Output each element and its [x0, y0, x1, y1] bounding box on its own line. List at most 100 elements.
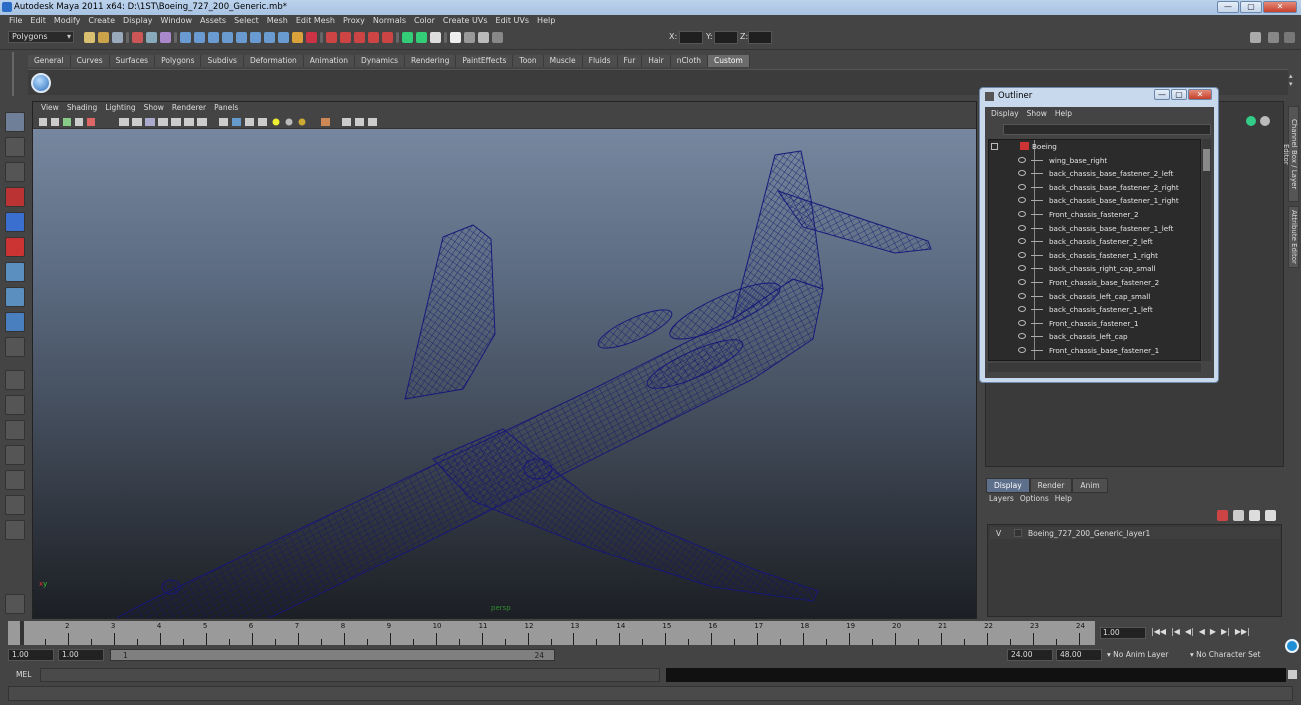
paint-select-tool-icon[interactable]	[5, 162, 25, 182]
shelf-tab-polygons[interactable]: Polygons	[155, 55, 202, 67]
panel-toolbar-icons[interactable]	[33, 115, 393, 129]
shelf-tab-fur[interactable]: Fur	[617, 55, 643, 67]
menu-display[interactable]: Display	[119, 15, 157, 28]
outliner-menu-display[interactable]: Display	[987, 107, 1023, 121]
anim-layer-dropdown[interactable]: ▾ No Anim Layer	[1107, 649, 1187, 661]
layout-options-icon[interactable]	[5, 520, 25, 540]
select-by-name-icon[interactable]	[430, 32, 441, 43]
shelf-tab-fluids[interactable]: Fluids	[582, 55, 618, 67]
maximize-button[interactable]: ▢	[1240, 1, 1262, 13]
render-frame-icon[interactable]	[326, 32, 337, 43]
layer-menu-layers[interactable]: Layers	[989, 494, 1014, 503]
play-backwards-button[interactable]: ◀	[1199, 627, 1205, 636]
soft-mod-tool-icon[interactable]	[5, 287, 25, 307]
shelf-scroll-icon[interactable]: ▴ ▾	[1289, 72, 1293, 88]
hypershade-icon[interactable]	[368, 32, 379, 43]
shelf-tab-toon[interactable]: Toon	[513, 55, 544, 67]
outliner-item[interactable]: back_chassis_right_cap_small	[989, 262, 1200, 276]
shelf-tab-subdivs[interactable]: Subdivs	[201, 55, 244, 67]
attribute-editor-tab[interactable]: Attribute Editor	[1288, 206, 1299, 268]
current-time-marker[interactable]	[20, 621, 24, 645]
menu-help[interactable]: Help	[533, 15, 559, 28]
snap-grid-icon[interactable]	[180, 32, 191, 43]
hypershade-layout-icon[interactable]	[5, 470, 25, 490]
outliner-item[interactable]: wing_base_right	[989, 154, 1200, 168]
start-time-field[interactable]: 1.00	[8, 649, 54, 661]
attribute-icon[interactable]	[464, 32, 475, 43]
step-back-frame-button[interactable]: ◀|	[1185, 627, 1194, 636]
outliner-root-row[interactable]: Boeing	[989, 140, 1200, 154]
shelf-tab-muscle[interactable]: Muscle	[543, 55, 583, 67]
outliner-item[interactable]: back_chassis_base_fastener_2_left	[989, 167, 1200, 181]
panel-menu-lighting[interactable]: Lighting	[101, 102, 139, 115]
layer-menu-options[interactable]: Options	[1020, 494, 1049, 503]
tab-render[interactable]: Render	[1029, 478, 1073, 493]
layer-menu-help[interactable]: Help	[1055, 494, 1072, 503]
character-set-dropdown[interactable]: ▾ No Character Set	[1190, 649, 1280, 661]
outliner-item[interactable]: back_chassis_base_fastener_2_right	[989, 181, 1200, 195]
minimize-button[interactable]: —	[1217, 1, 1239, 13]
auto-key-icon[interactable]	[1285, 639, 1299, 653]
shelf-tab-ncloth[interactable]: nCloth	[670, 55, 709, 67]
menu-edit-uvs[interactable]: Edit UVs	[492, 15, 534, 28]
outliner-menu-help[interactable]: Help	[1051, 107, 1076, 121]
shelf-tab-curves[interactable]: Curves	[70, 55, 110, 67]
outliner-item[interactable]: Front_chassis_fastener_1	[989, 317, 1200, 331]
toggle-tool-settings-icon[interactable]	[1284, 32, 1295, 43]
shelf-tab-deformation[interactable]: Deformation	[243, 55, 304, 67]
select-component-icon[interactable]	[160, 32, 171, 43]
four-view-layout-icon[interactable]	[5, 395, 25, 415]
menu-create[interactable]: Create	[84, 15, 119, 28]
input-output-icon[interactable]	[278, 32, 289, 43]
y-coordinate-field[interactable]	[714, 31, 738, 44]
outliner-close-button[interactable]: ✕	[1188, 89, 1212, 100]
show-hide-panel-icon[interactable]	[450, 32, 461, 43]
new-layer-empty-icon[interactable]	[1217, 510, 1228, 521]
ipr-render-icon[interactable]	[340, 32, 351, 43]
shelf-handle[interactable]	[12, 52, 20, 96]
anim-end-field[interactable]: 48.00	[1056, 649, 1102, 661]
shelf-tab-hair[interactable]: Hair	[642, 55, 671, 67]
custom-shelf-tool-icon[interactable]	[31, 73, 51, 93]
step-forward-key-button[interactable]: ▶|	[1221, 627, 1230, 636]
persp-outliner-layout-icon[interactable]	[5, 420, 25, 440]
menu-file[interactable]: File	[5, 15, 26, 28]
play-forwards-button[interactable]: ▶	[1210, 627, 1216, 636]
lasso-tool-icon[interactable]	[5, 137, 25, 157]
single-perspective-layout-icon[interactable]	[5, 370, 25, 390]
outliner-list[interactable]: Boeing wing_base_right back_chassis_base…	[988, 139, 1201, 361]
rename-icon[interactable]	[416, 32, 427, 43]
end-time-field[interactable]: 24.00	[1007, 649, 1053, 661]
persp-uv-layout-icon[interactable]	[5, 495, 25, 515]
channel-box-icon[interactable]	[1246, 116, 1256, 126]
outliner-minimize-button[interactable]: —	[1154, 89, 1170, 100]
panel-menu-view[interactable]: View	[37, 102, 63, 115]
menu-select[interactable]: Select	[230, 15, 263, 28]
outliner-item[interactable]: back_chassis_base_fastener_1_left	[989, 222, 1200, 236]
shelf-tab-painteffects[interactable]: PaintEffects	[456, 55, 514, 67]
select-object-icon[interactable]	[146, 32, 157, 43]
close-button[interactable]: ✕	[1263, 1, 1297, 13]
input-field-icon[interactable]	[402, 32, 413, 43]
last-tool-icon[interactable]	[5, 312, 25, 332]
outliner-filter-input[interactable]	[1003, 124, 1211, 135]
snap-view-icon[interactable]	[250, 32, 261, 43]
move-tool-icon[interactable]	[5, 187, 25, 207]
time-slider[interactable]: 123456789101112131415161718192021222324	[8, 621, 1095, 645]
outliner-menu-show[interactable]: Show	[1023, 107, 1051, 121]
lock-icon[interactable]	[292, 32, 303, 43]
outliner-item[interactable]: Front_chassis_fastener_2	[989, 208, 1200, 222]
scale-tool-icon[interactable]	[5, 237, 25, 257]
channel-box-icon[interactable]	[492, 32, 503, 43]
channel-box-layer-editor-tab[interactable]: Channel Box / Layer Editor	[1282, 106, 1299, 202]
snap-plane-icon[interactable]	[222, 32, 233, 43]
menu-proxy[interactable]: Proxy	[339, 15, 369, 28]
move-layer-down-icon[interactable]	[1265, 510, 1276, 521]
select-hierarchy-icon[interactable]	[132, 32, 143, 43]
menu-edit-mesh[interactable]: Edit Mesh	[292, 15, 339, 28]
menu-mesh[interactable]: Mesh	[263, 15, 292, 28]
new-scene-icon[interactable]	[84, 32, 95, 43]
x-coordinate-field[interactable]	[679, 31, 703, 44]
menu-edit[interactable]: Edit	[26, 15, 50, 28]
outliner-horizontal-scrollbar[interactable]	[988, 363, 1201, 372]
